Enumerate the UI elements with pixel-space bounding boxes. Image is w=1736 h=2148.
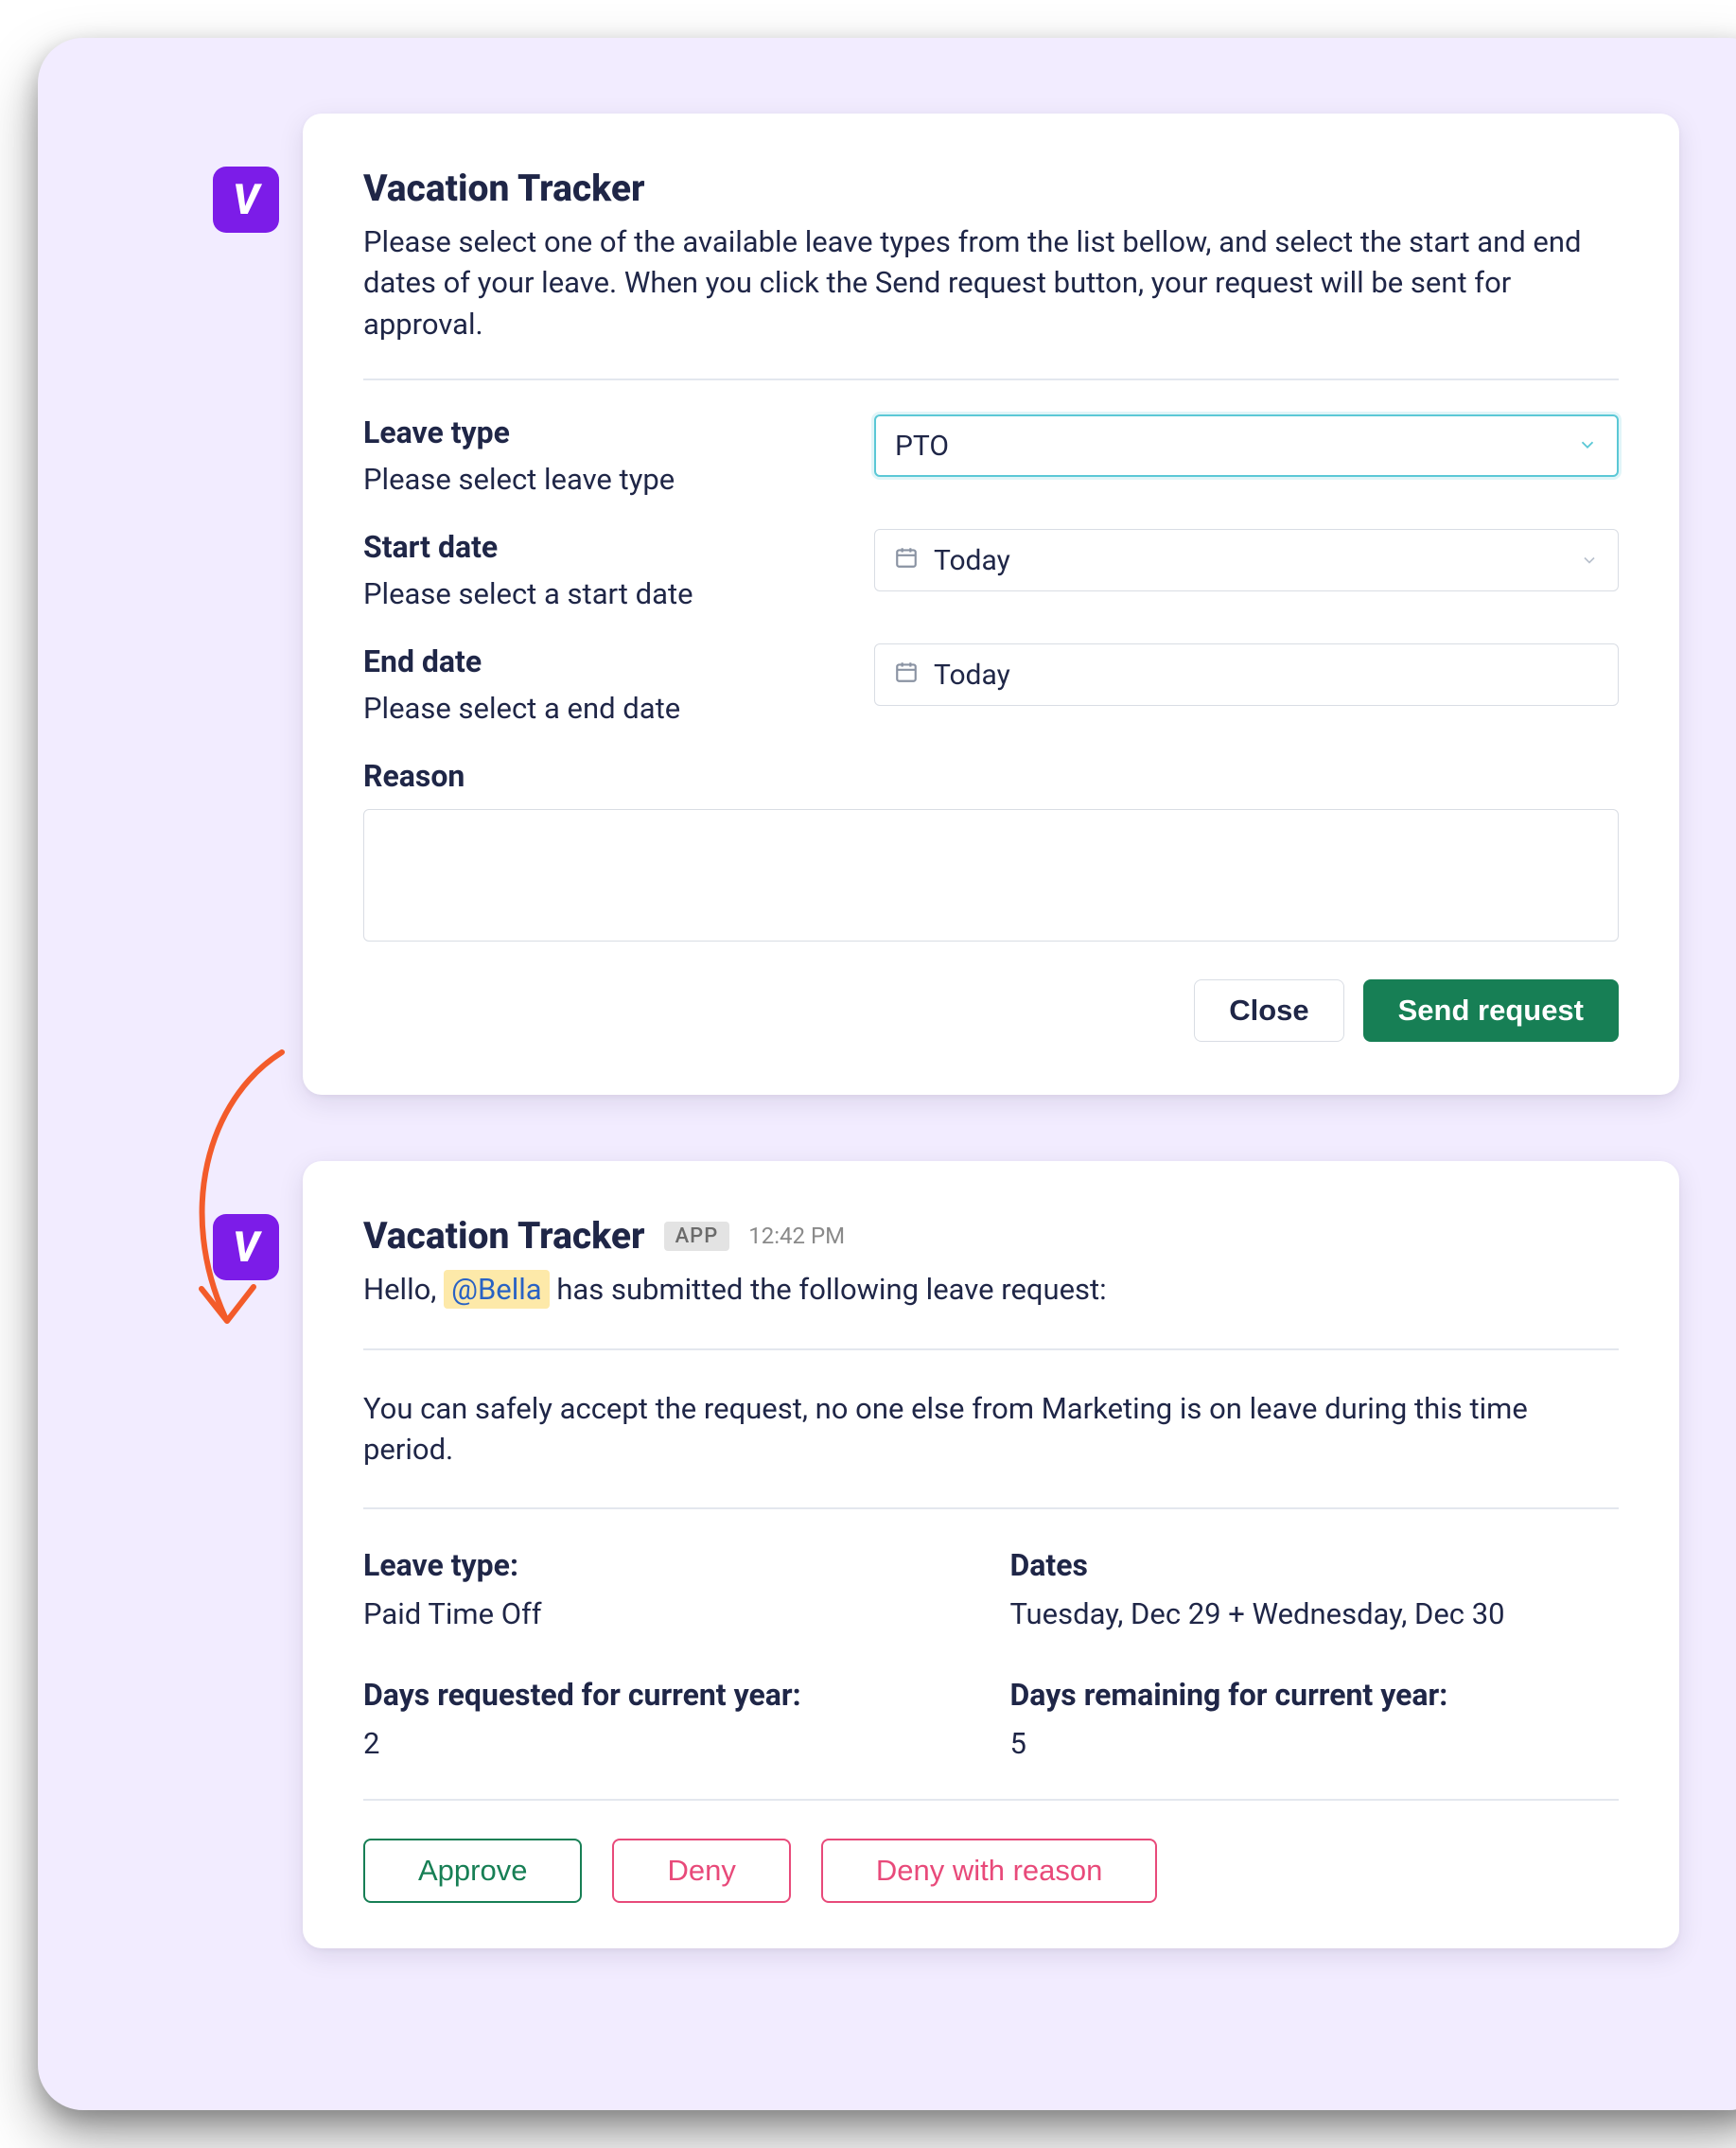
vacation-tracker-logo: V <box>213 167 279 233</box>
form-title: Vacation Tracker <box>363 167 1619 210</box>
divider <box>363 379 1619 380</box>
decision-actions: Approve Deny Deny with reason <box>363 1839 1619 1903</box>
approve-button[interactable]: Approve <box>363 1839 582 1903</box>
start-date-label: Start date <box>363 529 836 565</box>
user-mention[interactable]: @Bella <box>444 1270 550 1309</box>
detail-value: 5 <box>1010 1726 1620 1761</box>
detail-days-requested: Days requested for current year: 2 <box>363 1677 973 1761</box>
message-header: Vacation Tracker APP 12:42 PM <box>363 1214 1619 1258</box>
detail-leave-type: Leave type: Paid Time Off <box>363 1547 973 1631</box>
leave-type-row: Leave type Please select leave type PTO <box>363 414 1619 497</box>
chevron-down-icon <box>1577 430 1598 463</box>
end-date-label: End date <box>363 643 836 679</box>
logo-letter-icon: V <box>233 1223 259 1272</box>
chevron-down-icon <box>1580 544 1599 577</box>
detail-label: Days remaining for current year: <box>1010 1677 1620 1713</box>
flow-arrow-icon <box>149 1043 310 1346</box>
leave-type-help: Please select leave type <box>363 462 836 497</box>
reason-textarea[interactable] <box>363 809 1619 942</box>
divider <box>363 1348 1619 1350</box>
detail-label: Leave type: <box>363 1547 973 1583</box>
start-date-picker[interactable]: Today <box>874 529 1619 591</box>
deny-with-reason-button[interactable]: Deny with reason <box>821 1839 1158 1903</box>
leave-type-value: PTO <box>895 430 949 463</box>
message-note: You can safely accept the request, no on… <box>363 1388 1619 1470</box>
end-date-row: End date Please select a end date Today <box>363 643 1619 726</box>
detail-label: Days requested for current year: <box>363 1677 973 1713</box>
start-date-value: Today <box>934 544 1010 577</box>
leave-type-label: Leave type <box>363 414 836 450</box>
canvas: V Vacation Tracker Please select one of … <box>38 38 1736 2110</box>
message-title: Vacation Tracker <box>363 1214 645 1258</box>
vacation-tracker-logo: V <box>213 1214 279 1280</box>
end-date-picker[interactable]: Today <box>874 643 1619 706</box>
greeting-prefix: Hello, <box>363 1272 444 1307</box>
leave-request-message-card: V Vacation Tracker APP 12:42 PM Hello, @… <box>303 1161 1679 1948</box>
calendar-icon <box>894 659 919 692</box>
request-details: Leave type: Paid Time Off Dates Tuesday,… <box>363 1547 1619 1761</box>
leave-type-select[interactable]: PTO <box>874 414 1619 477</box>
close-button[interactable]: Close <box>1194 979 1343 1042</box>
divider <box>363 1799 1619 1801</box>
detail-dates: Dates Tuesday, Dec 29 + Wednesday, Dec 3… <box>1010 1547 1620 1631</box>
message-timestamp: 12:42 PM <box>748 1223 845 1249</box>
start-date-help: Please select a start date <box>363 576 836 611</box>
deny-button[interactable]: Deny <box>612 1839 790 1903</box>
detail-days-remaining: Days remaining for current year: 5 <box>1010 1677 1620 1761</box>
end-date-value: Today <box>934 659 1010 692</box>
detail-value: Tuesday, Dec 29 + Wednesday, Dec 30 <box>1010 1596 1620 1631</box>
reason-block: Reason <box>363 758 1619 945</box>
leave-request-form-card: V Vacation Tracker Please select one of … <box>303 114 1679 1095</box>
reason-label: Reason <box>363 758 1619 794</box>
greeting-suffix: has submitted the following leave reques… <box>550 1272 1107 1307</box>
app-badge: APP <box>664 1222 730 1251</box>
divider <box>363 1507 1619 1509</box>
start-date-row: Start date Please select a start date To… <box>363 529 1619 611</box>
detail-value: 2 <box>363 1726 973 1761</box>
detail-label: Dates <box>1010 1547 1620 1583</box>
end-date-help: Please select a end date <box>363 691 836 726</box>
send-request-button[interactable]: Send request <box>1363 979 1619 1042</box>
logo-letter-icon: V <box>233 175 259 224</box>
form-intro: Please select one of the available leave… <box>363 221 1619 344</box>
form-actions: Close Send request <box>363 979 1619 1042</box>
detail-value: Paid Time Off <box>363 1596 973 1631</box>
message-greeting: Hello, @Bella has submitted the followin… <box>363 1269 1619 1310</box>
calendar-icon <box>894 544 919 577</box>
